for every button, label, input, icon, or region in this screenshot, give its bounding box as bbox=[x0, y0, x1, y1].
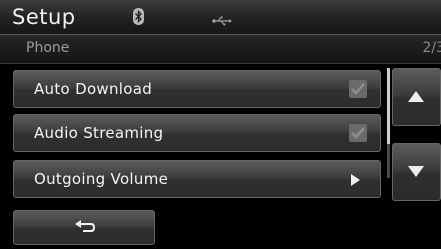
page-title: Setup bbox=[12, 5, 76, 29]
auto-download-checkbox[interactable] bbox=[349, 80, 367, 98]
page-indicator: 2/3 bbox=[422, 40, 441, 56]
option-label: Audio Streaming bbox=[34, 124, 164, 142]
back-arrow-icon bbox=[75, 220, 96, 232]
outgoing-volume-option[interactable]: Outgoing Volume bbox=[13, 160, 381, 198]
chevron-right-icon bbox=[351, 174, 360, 186]
auto-download-option[interactable]: Auto Download bbox=[13, 70, 381, 108]
setup-screen: Setup Phone 2/3 Auto Download Audio Stre… bbox=[0, 0, 441, 249]
scrollbar[interactable] bbox=[387, 68, 390, 178]
usb-icon bbox=[212, 11, 232, 30]
option-label: Outgoing Volume bbox=[34, 170, 169, 188]
section-bar: Phone 2/3 bbox=[0, 35, 441, 64]
section-label: Phone bbox=[26, 40, 70, 56]
audio-streaming-option[interactable]: Audio Streaming bbox=[13, 114, 381, 152]
back-button[interactable] bbox=[13, 210, 155, 245]
audio-streaming-checkbox[interactable] bbox=[349, 124, 367, 142]
up-arrow-icon bbox=[408, 91, 424, 102]
scroll-down-button[interactable] bbox=[392, 143, 441, 201]
down-arrow-icon bbox=[408, 166, 424, 177]
bluetooth-icon bbox=[133, 8, 144, 25]
option-label: Auto Download bbox=[34, 80, 153, 98]
title-bar: Setup bbox=[0, 0, 441, 35]
scroll-up-button[interactable] bbox=[392, 68, 441, 126]
scrollbar-thumb[interactable] bbox=[387, 68, 390, 144]
